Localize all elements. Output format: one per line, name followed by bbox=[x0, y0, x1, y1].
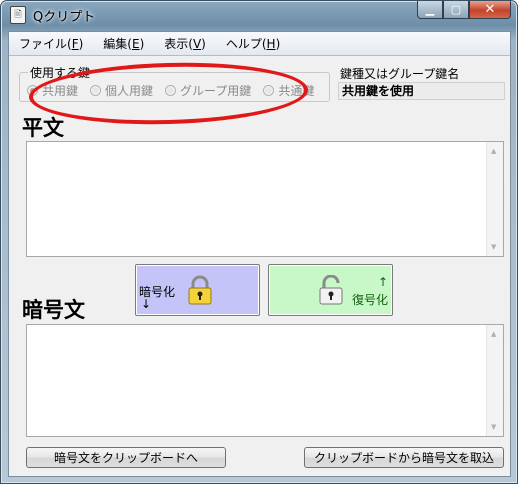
menu-help[interactable]: ヘルプ(H) bbox=[226, 35, 280, 52]
decrypt-button[interactable]: ↑ 復号化 bbox=[268, 264, 393, 316]
scroll-down-icon[interactable]: ▼ bbox=[491, 423, 496, 431]
menu-edit[interactable]: 編集(E) bbox=[103, 35, 144, 52]
unlocked-padlock-icon bbox=[319, 275, 343, 305]
minimize-button[interactable]: ▁ bbox=[417, 1, 443, 19]
window-title: Qクリプト bbox=[33, 10, 96, 25]
ciphertext-label: 暗号文 bbox=[22, 298, 85, 322]
menu-file[interactable]: ファイル(F) bbox=[19, 35, 83, 52]
radio-dot bbox=[90, 85, 102, 96]
key-radio-row: 共用鍵 個人用鍵 グループ用鍵 共通鍵 bbox=[27, 82, 314, 99]
close-button[interactable]: ✕ bbox=[469, 1, 511, 19]
locked-padlock-icon bbox=[188, 275, 212, 305]
plaintext-label: 平文 bbox=[22, 116, 64, 140]
radio-group-key[interactable]: グループ用鍵 bbox=[165, 82, 251, 99]
encrypt-button[interactable]: 暗号化 ↓ bbox=[135, 264, 260, 316]
close-icon: ✕ bbox=[484, 2, 496, 17]
decrypt-label: 復号化 bbox=[352, 293, 389, 307]
key-select-group: 使用する鍵 共用鍵 個人用鍵 グループ用鍵 共通鍵 bbox=[19, 64, 330, 102]
scroll-up-icon[interactable]: ▲ bbox=[491, 330, 496, 338]
scroll-down-icon[interactable]: ▼ bbox=[491, 243, 496, 251]
radio-shared-key[interactable]: 共用鍵 bbox=[27, 82, 78, 99]
menu-view[interactable]: 表示(V) bbox=[164, 35, 206, 52]
up-arrow-icon: ↑ bbox=[378, 275, 389, 289]
radio-label: 共用鍵 bbox=[42, 84, 79, 98]
plaintext-scrollbar[interactable]: ▲ ▼ bbox=[486, 142, 503, 256]
app-icon[interactable]: 🖹 bbox=[10, 6, 26, 24]
menu-bar: ファイル(F) 編集(E) 表示(V) ヘルプ(H) bbox=[9, 32, 510, 56]
radio-dot bbox=[263, 85, 275, 96]
paste-from-clipboard-button[interactable]: クリップボードから暗号文を取込 bbox=[304, 447, 504, 468]
scroll-up-icon[interactable]: ▲ bbox=[491, 147, 496, 155]
paste-from-clipboard-label: クリップボードから暗号文を取込 bbox=[313, 451, 494, 465]
radio-label: 共通鍵 bbox=[278, 84, 315, 98]
radio-common-key[interactable]: 共通鍵 bbox=[263, 82, 314, 99]
radio-dot bbox=[165, 85, 177, 96]
minimize-icon: ▁ bbox=[425, 3, 435, 16]
caption-buttons: ▁ ▢ ✕ bbox=[417, 1, 511, 19]
client-area: ファイル(F) 編集(E) 表示(V) ヘルプ(H) 使用する鍵 共用鍵 個人用… bbox=[8, 31, 511, 477]
radio-label: グループ用鍵 bbox=[180, 84, 252, 98]
key-name-label: 鍵種又はグループ鍵名 bbox=[340, 67, 460, 81]
copy-to-clipboard-button[interactable]: 暗号文をクリップボードへ bbox=[26, 447, 226, 468]
title-bar[interactable]: 🖹 Qクリプト ▁ ▢ ✕ bbox=[1, 1, 517, 29]
key-name-field[interactable]: 共用鍵を使用 bbox=[338, 82, 505, 100]
down-arrow-icon: ↓ bbox=[141, 297, 152, 311]
app-window: 🖹 Qクリプト ▁ ▢ ✕ ファイル(F) 編集(E) 表示(V) ヘルプ(H)… bbox=[0, 0, 518, 484]
maximize-icon: ▢ bbox=[450, 3, 462, 16]
radio-label: 個人用鍵 bbox=[105, 84, 154, 98]
ciphertext-scrollbar[interactable]: ▲ ▼ bbox=[486, 325, 503, 436]
ciphertext-input[interactable]: ▲ ▼ bbox=[26, 324, 504, 437]
copy-to-clipboard-label: 暗号文をクリップボードへ bbox=[53, 451, 198, 465]
radio-dot bbox=[27, 85, 38, 96]
plaintext-input[interactable]: ▲ ▼ bbox=[26, 141, 504, 257]
key-select-legend: 使用する鍵 bbox=[28, 64, 93, 81]
radio-personal-key[interactable]: 個人用鍵 bbox=[90, 82, 153, 99]
maximize-button[interactable]: ▢ bbox=[443, 1, 469, 19]
